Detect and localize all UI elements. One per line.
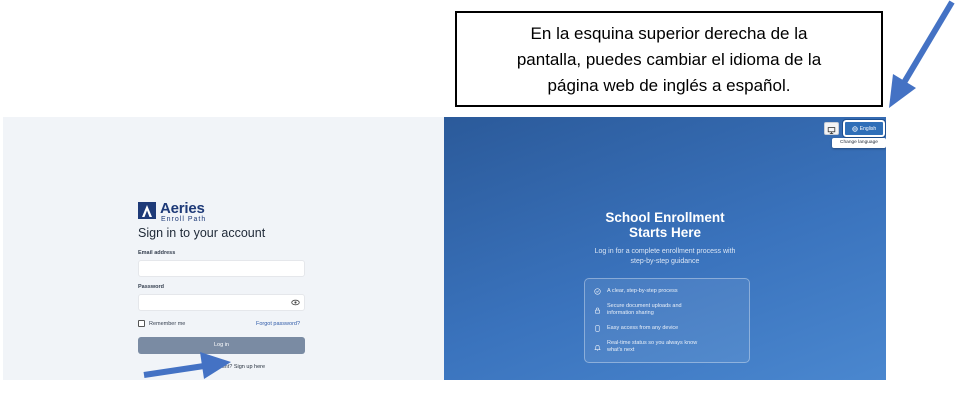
brand-sub: Enroll Path [161,216,207,223]
lock-icon [595,307,600,314]
language-button[interactable]: English [842,119,886,138]
password-label: Password [138,284,164,290]
hero-subtitle-line-1: Log in for a complete enrollment process… [594,248,736,255]
check-circle-icon [594,288,601,295]
login-panel: Aeries Enroll Path Sign in to your accou… [3,117,444,380]
phone-icon [595,325,600,332]
change-language-tooltip: Change language [832,138,886,148]
brand-logo: Aeries Enroll Path [138,201,206,224]
globe-icon [852,125,858,132]
hero-title-line-2: Starts Here [628,225,702,240]
arrow-to-language-icon [889,0,955,108]
callout-line-3: página web de inglés a español. [547,76,791,95]
feature-line-1: Easy access from any device [607,325,679,331]
aeries-logo-icon [138,202,156,219]
bell-icon [594,344,601,351]
hero-title: School Enrollment Starts Here [444,210,886,240]
features-card: A clear, step-by-step process Secure doc… [584,278,750,363]
language-button-label: English [859,125,877,132]
password-field[interactable] [138,294,305,311]
feature-line-2: what's next [607,347,635,353]
feature-item: Easy access from any device [594,325,678,332]
email-field[interactable] [138,260,305,277]
hero-subtitle-line-2: step-by-step guidance [630,258,700,265]
callout-line-2: pantalla, puedes cambiar el idioma de la [516,50,822,69]
callout-line-1: En la esquina superior derecha de la [530,24,808,43]
hero-title-line-1: School Enrollment [605,210,725,225]
feature-line-1: A clear, step-by-step process [607,288,678,294]
monitor-icon [827,127,836,135]
signup-link[interactable]: Sign up here [234,364,265,370]
page-title: Sign in to your account [138,226,266,240]
hero-panel: School Enrollment Starts Here Log in for… [444,117,886,380]
brand-name: Aeries [160,200,205,217]
eye-icon[interactable] [291,298,300,307]
app-screenshot: Aeries Enroll Path Sign in to your accou… [3,117,886,380]
feature-item: Secure document uploads and information s… [594,303,682,317]
remember-me-label: Remember me [149,321,186,327]
display-mode-button[interactable] [824,122,839,135]
feature-line-1: Real-time status so you always know [607,340,698,346]
feature-item: Real-time status so you always know what'… [594,340,697,354]
feature-item: A clear, step-by-step process [594,288,678,295]
remember-me-checkbox[interactable] [138,320,145,327]
forgot-password-link[interactable]: Forgot password? [256,321,300,327]
instruction-callout: En la esquina superior derecha de la pan… [455,11,883,107]
arrow-to-signup-icon [143,352,231,379]
feature-line-2: information sharing [607,310,654,316]
feature-line-1: Secure document uploads and [607,303,682,309]
email-label: Email address [138,250,176,256]
hero-subtitle: Log in for a complete enrollment process… [444,247,886,267]
